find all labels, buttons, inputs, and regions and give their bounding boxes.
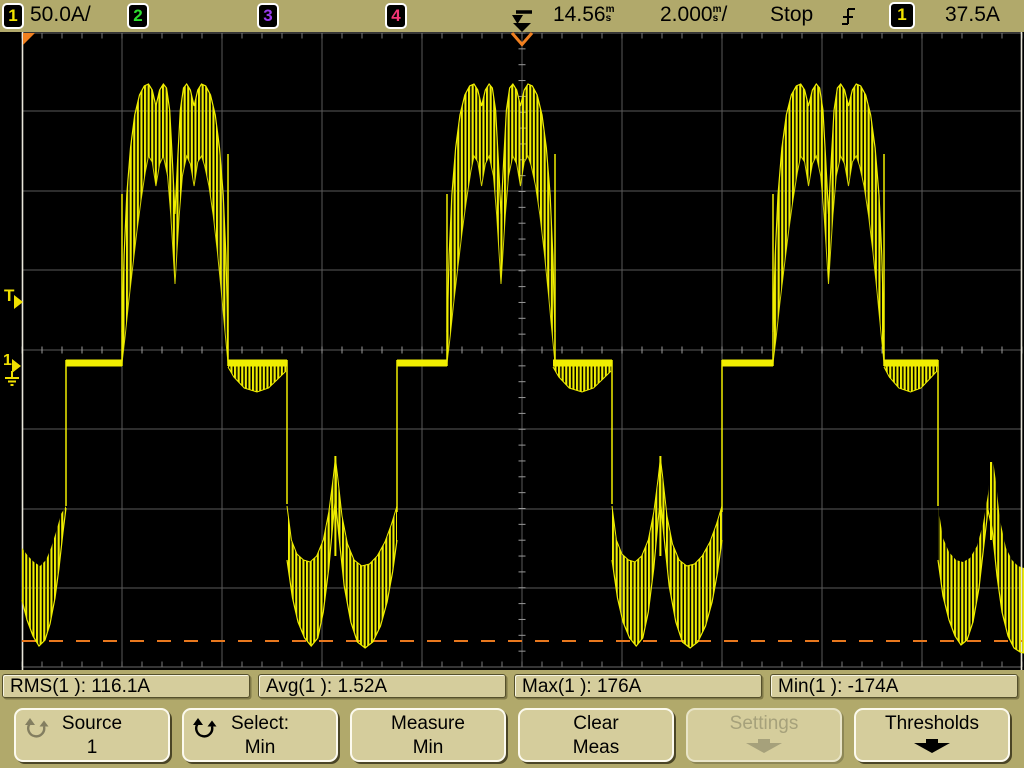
acquisition-status: Stop xyxy=(770,3,814,26)
softkey-value: Min xyxy=(412,737,444,758)
scope-graticule xyxy=(21,32,1024,670)
entry-knob-icon xyxy=(193,718,217,738)
softkey-source[interactable]: Source 1 xyxy=(14,708,170,762)
trigger-marker-arrow-icon xyxy=(14,295,23,309)
timebase-value: 2.000 xyxy=(660,3,713,26)
menu-down-arrow-icon xyxy=(746,739,782,753)
channel-3-badge: 3 xyxy=(257,3,279,29)
channel-1-badge: 1 xyxy=(2,3,24,29)
measurement-min: Min(1 ): -174A xyxy=(770,674,1018,698)
entry-knob-icon xyxy=(25,718,49,738)
trigger-position-notch-icon xyxy=(513,23,531,32)
softkey-value: Min xyxy=(244,737,276,758)
measurement-max: Max(1 ): 176A xyxy=(514,674,762,698)
delay-readout: 14.56 m s xyxy=(553,3,615,26)
softkey-value: 1 xyxy=(86,737,98,758)
softkey-select[interactable]: Select: Min xyxy=(182,708,338,762)
trigger-source-badge: 1 xyxy=(889,2,915,29)
softkey-label: Measure xyxy=(391,713,465,734)
softkey-panel: RMS(1 ): 116.1A Avg(1 ): 1.52A Max(1 ): … xyxy=(0,670,1024,768)
softkey-label: Clear xyxy=(573,713,619,734)
softkey-settings: Settings xyxy=(686,708,842,762)
measurement-rms: RMS(1 ): 116.1A xyxy=(2,674,250,698)
timebase-readout: 2.000 m s / xyxy=(660,3,728,26)
trigger-slope-rising-icon xyxy=(842,8,855,25)
ch1-ground-marker[interactable]: 1 xyxy=(3,352,21,386)
delay-value: 14.56 xyxy=(553,3,606,26)
softkey-label: Thresholds xyxy=(885,713,979,734)
channel-4-badge: 4 xyxy=(385,3,407,29)
softkey-clear-meas[interactable]: Clear Meas xyxy=(518,708,674,762)
waveform-display: T 1 xyxy=(0,32,1024,670)
ground-marker-label: 1 xyxy=(3,352,12,369)
status-bar: 1 50.0A/ 2 3 4 14.56 m s 2.000 m s / Stop 1 3… xyxy=(0,0,1024,32)
trigger-level-readout: 37.5A xyxy=(945,3,1000,26)
channel-1-scale: 50.0A/ xyxy=(30,3,91,26)
trigger-level-marker[interactable]: T xyxy=(4,286,23,309)
softkey-label: Settings xyxy=(729,713,799,734)
softkey-measure[interactable]: Measure Min xyxy=(350,708,506,762)
oscilloscope-screen: 1 50.0A/ 2 3 4 14.56 m s 2.000 m s / Stop 1 3… xyxy=(0,0,1024,768)
softkey-thresholds[interactable]: Thresholds xyxy=(854,708,1010,762)
softkey-value: Meas xyxy=(572,737,620,758)
channel-2-badge: 2 xyxy=(127,3,149,29)
ground-symbol-icon xyxy=(5,371,19,386)
measurement-avg: Avg(1 ): 1.52A xyxy=(258,674,506,698)
menu-down-arrow-icon xyxy=(914,739,950,753)
trigger-marker-label: T xyxy=(4,286,15,305)
